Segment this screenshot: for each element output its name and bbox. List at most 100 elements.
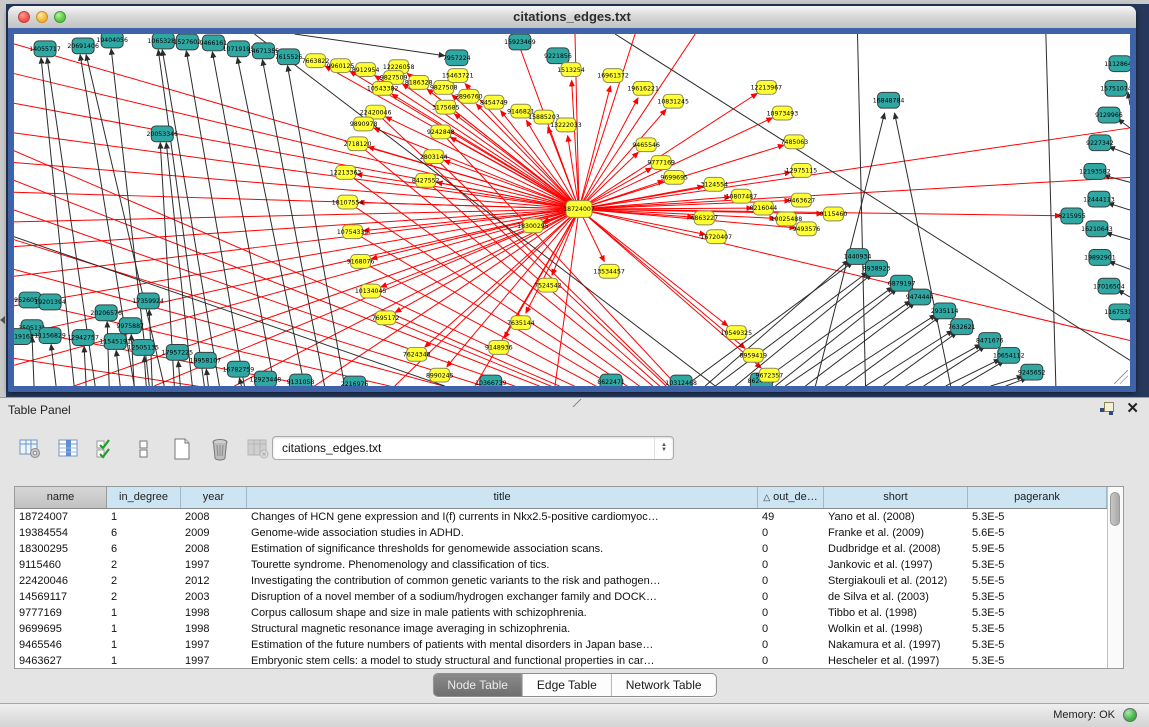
graph-node[interactable]: 15923469 (504, 34, 536, 50)
table-cell[interactable]: 0 (758, 541, 824, 557)
table-cell[interactable]: de Silva et al. (2003) (824, 589, 968, 605)
table-cell[interactable]: Estimation of significance thresholds fo… (247, 541, 758, 557)
graph-node[interactable]: 7615526 (275, 49, 303, 65)
edge[interactable] (107, 322, 109, 386)
table-cell[interactable]: 0 (758, 637, 824, 653)
table-cell[interactable]: 9699695 (15, 621, 107, 637)
graph-node-selected[interactable]: 9115460 (820, 207, 848, 221)
table-cell[interactable]: Estimation of the future numbers of pati… (247, 637, 758, 653)
graph-node[interactable]: 9245652 (1018, 364, 1046, 380)
column-header-year[interactable]: year (181, 487, 247, 508)
graph-node-selected[interactable]: 7524542 (534, 278, 562, 292)
graph-node[interactable]: 8215955 (1058, 208, 1086, 224)
network-window-titlebar[interactable]: citations_edges.txt (8, 6, 1136, 29)
table-cell[interactable]: 2 (107, 557, 181, 573)
graph-node[interactable]: 12444113 (1083, 191, 1115, 207)
delete-table-button[interactable] (244, 435, 272, 463)
graph-node-selected[interactable]: 19616221 (627, 81, 659, 95)
table-cell[interactable]: 1997 (181, 557, 247, 573)
edge[interactable] (84, 346, 86, 386)
graph-node[interactable]: 19404056 (96, 34, 128, 48)
graph-node-selected[interactable]: 8216044 (750, 201, 778, 215)
graph-node-selected[interactable]: 10807487 (726, 189, 758, 203)
graph-node-selected[interactable]: 2803144 (420, 150, 448, 164)
table-cell[interactable]: Structural magnetic resonance image aver… (247, 621, 758, 637)
table-cell[interactable]: Tibbo et al. (1998) (824, 605, 968, 621)
table-cell[interactable]: 14569117 (15, 589, 107, 605)
table-cell[interactable]: 18724007 (15, 509, 107, 525)
table-cell[interactable]: 2 (107, 589, 181, 605)
table-cell[interactable]: 22420046 (15, 573, 107, 589)
table-cell[interactable]: 1 (107, 605, 181, 621)
table-cell[interactable]: Changes of HCN gene expression and I(f) … (247, 509, 758, 525)
edge[interactable] (845, 317, 939, 386)
edge[interactable] (1128, 92, 1130, 105)
graph-node[interactable]: 6879197 (888, 275, 916, 291)
table-cell[interactable]: 0 (758, 589, 824, 605)
edge[interactable] (51, 344, 56, 386)
table-row[interactable]: 1938455462009Genome-wide association stu… (15, 525, 1107, 541)
table-row[interactable]: 969969511998Structural magnetic resonanc… (15, 621, 1107, 637)
graph-node-selected[interactable]: 3124554 (700, 177, 728, 191)
edge[interactable] (178, 361, 180, 386)
table-row[interactable]: 1456911722003Disruption of a novel membe… (15, 589, 1107, 605)
graph-node[interactable]: 9221856 (544, 48, 572, 64)
graph-node-selected[interactable]: 9463627 (788, 193, 816, 207)
table-cell[interactable]: 1998 (181, 621, 247, 637)
edge[interactable] (858, 34, 866, 386)
select-all-rows-button[interactable] (92, 435, 120, 463)
table-cell[interactable]: 1 (107, 637, 181, 653)
selected-edge[interactable] (579, 93, 757, 209)
table-cell[interactable]: Tourette syndrome. Phenomenology and cla… (247, 557, 758, 573)
table-row[interactable]: 1830029562008Estimation of significance … (15, 541, 1107, 557)
graph-node-selected[interactable]: 12975115 (786, 164, 818, 178)
table-cell[interactable]: 5.3E-5 (968, 637, 1107, 653)
graph-node[interactable]: 9129966 (1095, 107, 1123, 123)
graph-node[interactable]: 20206576 (90, 305, 122, 321)
table-row[interactable]: 946554611997Estimation of the future num… (15, 637, 1107, 653)
table-cell[interactable]: 0 (758, 605, 824, 621)
graph-node[interactable]: 20053346 (146, 126, 178, 142)
network-window[interactable]: citations_edges.txt 14055717206914061940… (8, 6, 1136, 392)
graph-node[interactable]: 19201394 (34, 294, 66, 310)
selected-edge[interactable] (579, 209, 761, 368)
graph-node[interactable]: 11128645 (1104, 56, 1130, 72)
minimize-window-icon[interactable] (36, 11, 48, 23)
table-cell[interactable]: 5.5E-5 (968, 573, 1107, 589)
graph-node-selected[interactable]: 10549325 (721, 326, 753, 340)
zoom-window-icon[interactable] (54, 11, 66, 23)
graph-node-selected[interactable]: 9672357 (756, 368, 784, 382)
graph-node[interactable]: 11156829 (34, 328, 66, 344)
graph-node[interactable]: 8471676 (976, 333, 1004, 349)
graph-node[interactable]: 2216976 (341, 376, 369, 386)
graph-node-selected[interactable]: 8959419 (740, 348, 768, 362)
row-height-button[interactable] (130, 435, 158, 463)
graph-node[interactable]: 16848784 (873, 92, 905, 108)
table-cell[interactable]: 2009 (181, 525, 247, 541)
table-cell[interactable]: 0 (758, 621, 824, 637)
pane-collapse-arrow-icon[interactable] (0, 316, 5, 324)
graph-node-selected[interactable]: 10831245 (657, 94, 689, 108)
column-header-name[interactable]: name (15, 487, 107, 508)
table-cell[interactable]: Genome-wide association studies in ADHD. (247, 525, 758, 541)
table-cell[interactable]: 2 (107, 573, 181, 589)
tab-edge-table[interactable]: Edge Table (522, 674, 611, 696)
table-cell[interactable]: 1998 (181, 605, 247, 621)
edge[interactable] (946, 359, 1000, 386)
graph-node-selected[interactable]: 1513254 (557, 63, 585, 77)
graph-node-selected[interactable]: 7695172 (372, 311, 400, 325)
graph-node-selected[interactable]: 12213967 (751, 80, 783, 94)
table-cell[interactable]: Disruption of a novel member of a sodium… (247, 589, 758, 605)
graph-node[interactable]: 10654112 (993, 347, 1025, 363)
graph-node-selected[interactable]: 8990245 (426, 368, 454, 382)
column-header-pagerank[interactable]: pagerank (968, 487, 1107, 508)
graph-node-selected[interactable]: 2718120 (344, 137, 372, 151)
table-cell[interactable]: 1997 (181, 653, 247, 668)
column-header-out_de[interactable]: △out_de… (758, 487, 824, 508)
graph-node-selected[interactable]: 3175685 (432, 100, 460, 114)
table-cell[interactable]: 2008 (181, 509, 247, 525)
close-panel-icon[interactable]: ✕ (1126, 402, 1139, 416)
graph-node-selected[interactable]: 16961372 (597, 69, 629, 83)
table-cell[interactable]: Yano et al. (2008) (824, 509, 968, 525)
selected-edge[interactable] (579, 209, 1130, 341)
